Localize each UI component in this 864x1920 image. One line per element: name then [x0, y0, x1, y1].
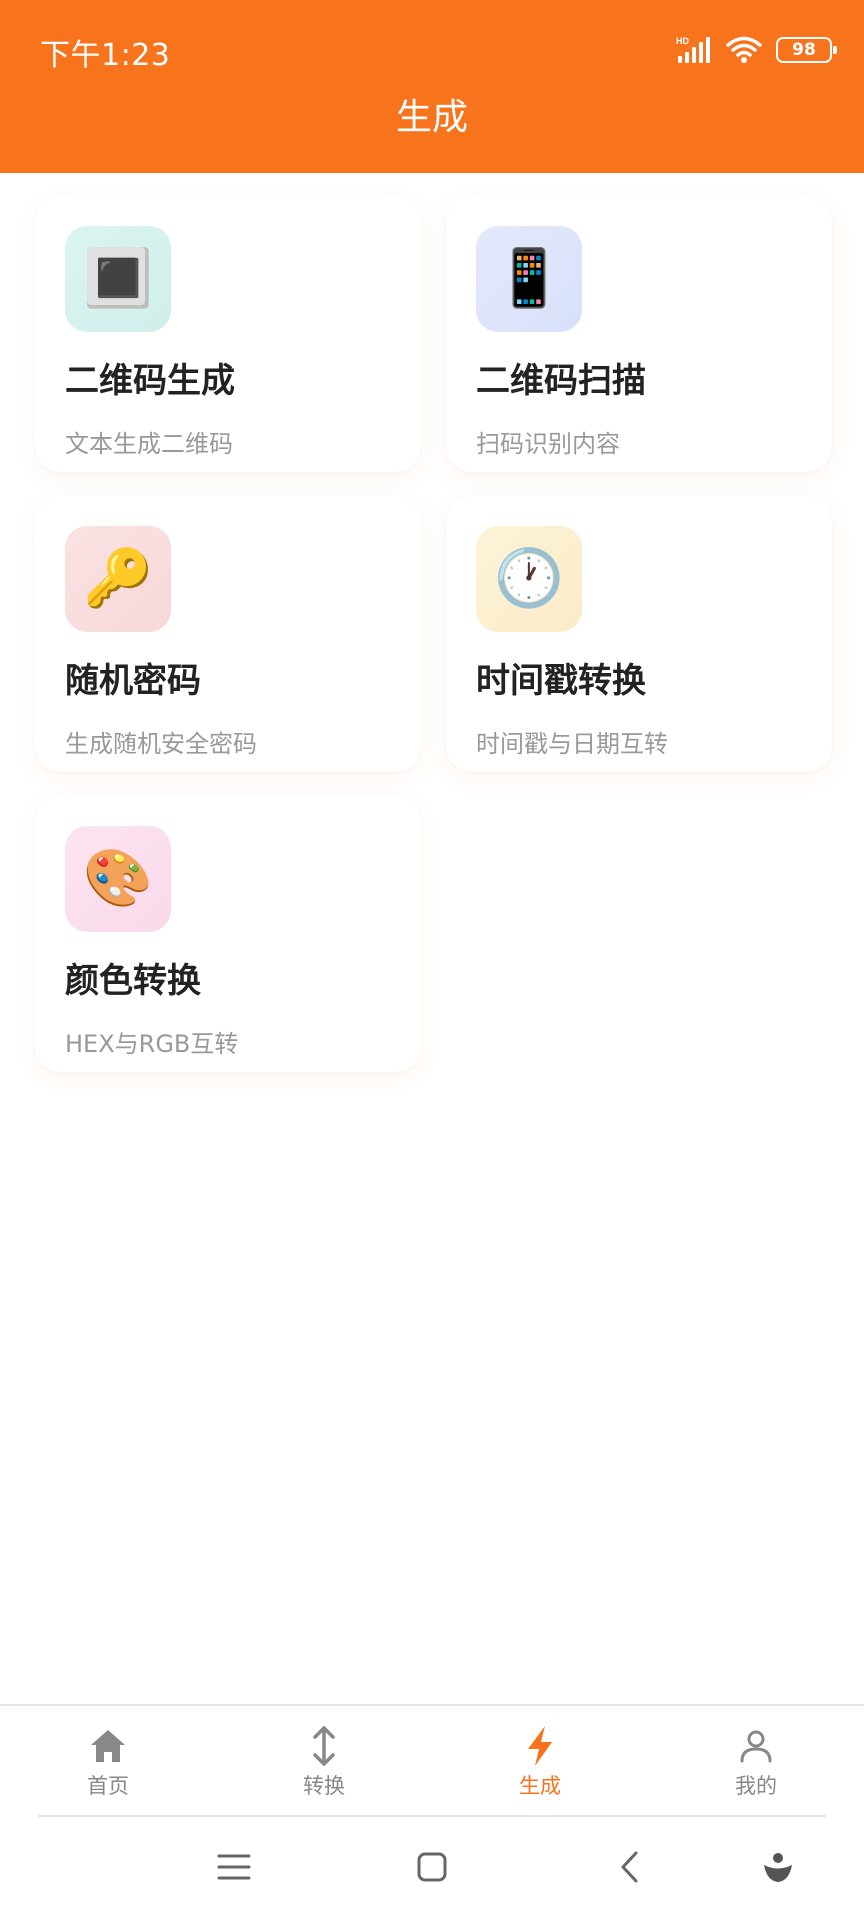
- card-subtitle: HEX与RGB互转: [65, 1030, 239, 1058]
- menu-icon: [216, 1852, 252, 1886]
- status-icons: HD 98: [676, 32, 837, 68]
- svg-text:HD: HD: [676, 36, 689, 46]
- card-qr-generate[interactable]: 🔳 二维码生成 文本生成二维码: [35, 196, 421, 472]
- tab-label: 首页: [87, 1774, 129, 1798]
- page-title: 生成: [395, 97, 468, 138]
- card-subtitle: 扫码识别内容: [476, 430, 620, 458]
- lightning-icon: [520, 1724, 560, 1768]
- system-nav-bar: [0, 1817, 864, 1920]
- palette-icon: 🎨: [65, 826, 171, 932]
- qr-code-icon: 🔳: [65, 226, 171, 332]
- user-icon: [736, 1724, 776, 1768]
- bottom-tab-bar: 首页 转换 生成 我的: [0, 1704, 864, 1816]
- home-icon: [88, 1724, 128, 1768]
- card-subtitle: 生成随机安全密码: [65, 730, 257, 758]
- card-title: 二维码生成: [65, 361, 235, 401]
- card-title: 随机密码: [65, 661, 201, 701]
- card-title: 二维码扫描: [476, 361, 646, 401]
- wifi-icon: [726, 36, 762, 64]
- home-button[interactable]: [392, 1817, 472, 1920]
- card-color-convert[interactable]: 🎨 颜色转换 HEX与RGB互转: [35, 796, 421, 1072]
- card-title: 颜色转换: [65, 961, 201, 1001]
- tab-convert[interactable]: 转换: [254, 1706, 394, 1818]
- mobile-phone-icon: 📱: [476, 226, 582, 332]
- back-button[interactable]: [590, 1817, 670, 1920]
- card-qr-scan[interactable]: 📱 二维码扫描 扫码识别内容: [446, 196, 832, 472]
- battery-level: 98: [792, 39, 816, 60]
- assistant-button[interactable]: [738, 1817, 818, 1920]
- tab-label: 转换: [303, 1774, 345, 1798]
- swap-vertical-icon: [304, 1724, 344, 1768]
- tab-label: 我的: [735, 1774, 777, 1798]
- app-header: 下午1:23 HD 98 生成: [0, 0, 864, 173]
- card-random-password[interactable]: 🔑 随机密码 生成随机安全密码: [35, 496, 421, 772]
- card-timestamp-convert[interactable]: 🕐 时间戳转换 时间戳与日期互转: [446, 496, 832, 772]
- tab-home[interactable]: 首页: [38, 1706, 178, 1818]
- tab-label: 生成: [519, 1774, 561, 1798]
- key-icon: 🔑: [65, 526, 171, 632]
- clock-icon: 🕐: [476, 526, 582, 632]
- assistant-icon: [761, 1850, 795, 1888]
- menu-button[interactable]: [194, 1817, 274, 1920]
- square-icon: [416, 1851, 448, 1887]
- card-title: 时间戳转换: [476, 661, 646, 701]
- cellular-signal-icon: HD: [676, 35, 712, 65]
- tab-mine[interactable]: 我的: [686, 1706, 826, 1818]
- battery-icon: 98: [776, 37, 837, 63]
- card-subtitle: 时间戳与日期互转: [476, 730, 668, 758]
- app-screen: 下午1:23 HD 98 生成 🔳 二维码生成 文本生成二维码 📱 二维码扫描 …: [0, 0, 864, 1920]
- card-subtitle: 文本生成二维码: [65, 430, 233, 458]
- status-time: 下午1:23: [40, 38, 171, 73]
- tab-generate[interactable]: 生成: [470, 1706, 610, 1818]
- back-arrow-icon: [618, 1850, 642, 1888]
